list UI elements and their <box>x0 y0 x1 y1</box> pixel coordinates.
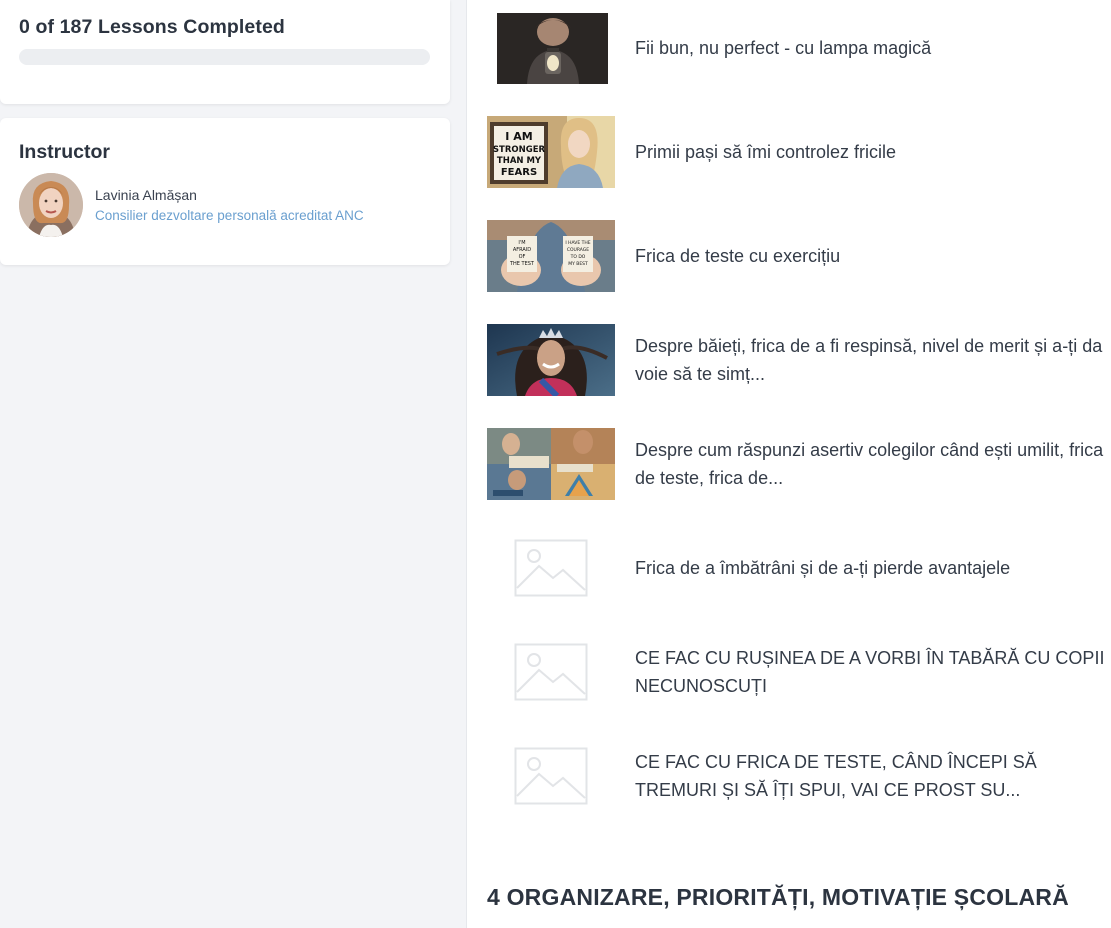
lesson-title[interactable]: Frica de teste cu exercițiu <box>635 242 1105 270</box>
instructor-avatar[interactable] <box>19 173 83 237</box>
instructor-role: Consilier dezvoltare personală acreditat… <box>95 208 364 223</box>
svg-text:MY BEST: MY BEST <box>568 261 588 267</box>
instructor-heading: Instructor <box>19 141 111 163</box>
progress-card: 0 of 187 Lessons Completed <box>0 0 450 104</box>
svg-text:THE TEST: THE TEST <box>509 261 535 267</box>
lesson-item[interactable]: Despre cum răspunzi asertiv colegilor câ… <box>487 427 1107 501</box>
lesson-thumbnail: I'M AFRAID OF THE TEST I HAVE THE COURAG… <box>487 220 615 292</box>
svg-text:I HAVE THE: I HAVE THE <box>565 240 590 246</box>
svg-text:FEARS: FEARS <box>501 167 537 178</box>
instructor-name[interactable]: Lavinia Almășan <box>95 187 197 203</box>
svg-text:COURAGE: COURAGE <box>567 247 589 253</box>
lesson-title[interactable]: Fii bun, nu perfect - cu lampa magică <box>635 34 1105 62</box>
svg-text:STRONGER: STRONGER <box>493 145 546 155</box>
lesson-title[interactable]: Frica de a îmbătrâni și de a-ți pierde a… <box>635 554 1105 582</box>
lesson-title[interactable]: CE FAC CU RUȘINEA DE A VORBI ÎN TABĂRĂ C… <box>635 644 1105 700</box>
instructor-card: Instructor Lavinia Almășan Consilier dez… <box>0 118 450 265</box>
lesson-item[interactable]: I AM STRONGER THAN MY FEARS Primii pași … <box>487 115 1107 189</box>
lesson-title[interactable]: Despre cum răspunzi asertiv colegilor câ… <box>635 436 1105 492</box>
placeholder-image-icon <box>487 740 615 812</box>
course-sidebar: 0 of 187 Lessons Completed Instructor La… <box>0 0 466 928</box>
section-title[interactable]: 4 ORGANIZARE, PRIORITĂȚI, MOTIVAȚIE ȘCOL… <box>487 884 1069 911</box>
lesson-item[interactable]: I'M AFRAID OF THE TEST I HAVE THE COURAG… <box>487 219 1107 293</box>
lesson-thumbnail: I AM STRONGER THAN MY FEARS <box>487 116 615 188</box>
progress-title: 0 of 187 Lessons Completed <box>19 16 285 38</box>
svg-text:I'M: I'M <box>518 240 525 246</box>
lesson-item[interactable]: CE FAC CU RUȘINEA DE A VORBI ÎN TABĂRĂ C… <box>487 635 1107 709</box>
svg-text:OF: OF <box>519 254 526 260</box>
svg-text:THAN MY: THAN MY <box>497 156 542 166</box>
progress-bar <box>19 49 430 65</box>
lesson-item[interactable]: Frica de a îmbătrâni și de a-ți pierde a… <box>487 531 1107 605</box>
course-page: 0 of 187 Lessons Completed Instructor La… <box>0 0 1111 928</box>
lesson-title[interactable]: Primii pași să îmi controlez fricile <box>635 138 1105 166</box>
lesson-thumbnail <box>487 12 615 84</box>
svg-text:I AM: I AM <box>505 130 532 143</box>
placeholder-image-icon <box>487 532 615 604</box>
lesson-title[interactable]: CE FAC CU FRICA DE TESTE, CÂND ÎNCEPI SĂ… <box>635 748 1105 804</box>
lesson-title[interactable]: Despre băieți, frica de a fi respinsă, n… <box>635 332 1105 388</box>
placeholder-image-icon <box>487 636 615 708</box>
lesson-item[interactable]: CE FAC CU FRICA DE TESTE, CÂND ÎNCEPI SĂ… <box>487 739 1107 813</box>
lesson-thumbnail <box>487 428 615 500</box>
lesson-item[interactable]: Fii bun, nu perfect - cu lampa magică <box>487 11 1107 85</box>
lesson-list: Fii bun, nu perfect - cu lampa magică I … <box>466 0 1111 928</box>
lesson-thumbnail <box>487 324 615 396</box>
svg-text:AFRAID: AFRAID <box>513 247 531 253</box>
svg-text:TO DO: TO DO <box>570 254 586 260</box>
lesson-item[interactable]: Despre băieți, frica de a fi respinsă, n… <box>487 323 1107 397</box>
